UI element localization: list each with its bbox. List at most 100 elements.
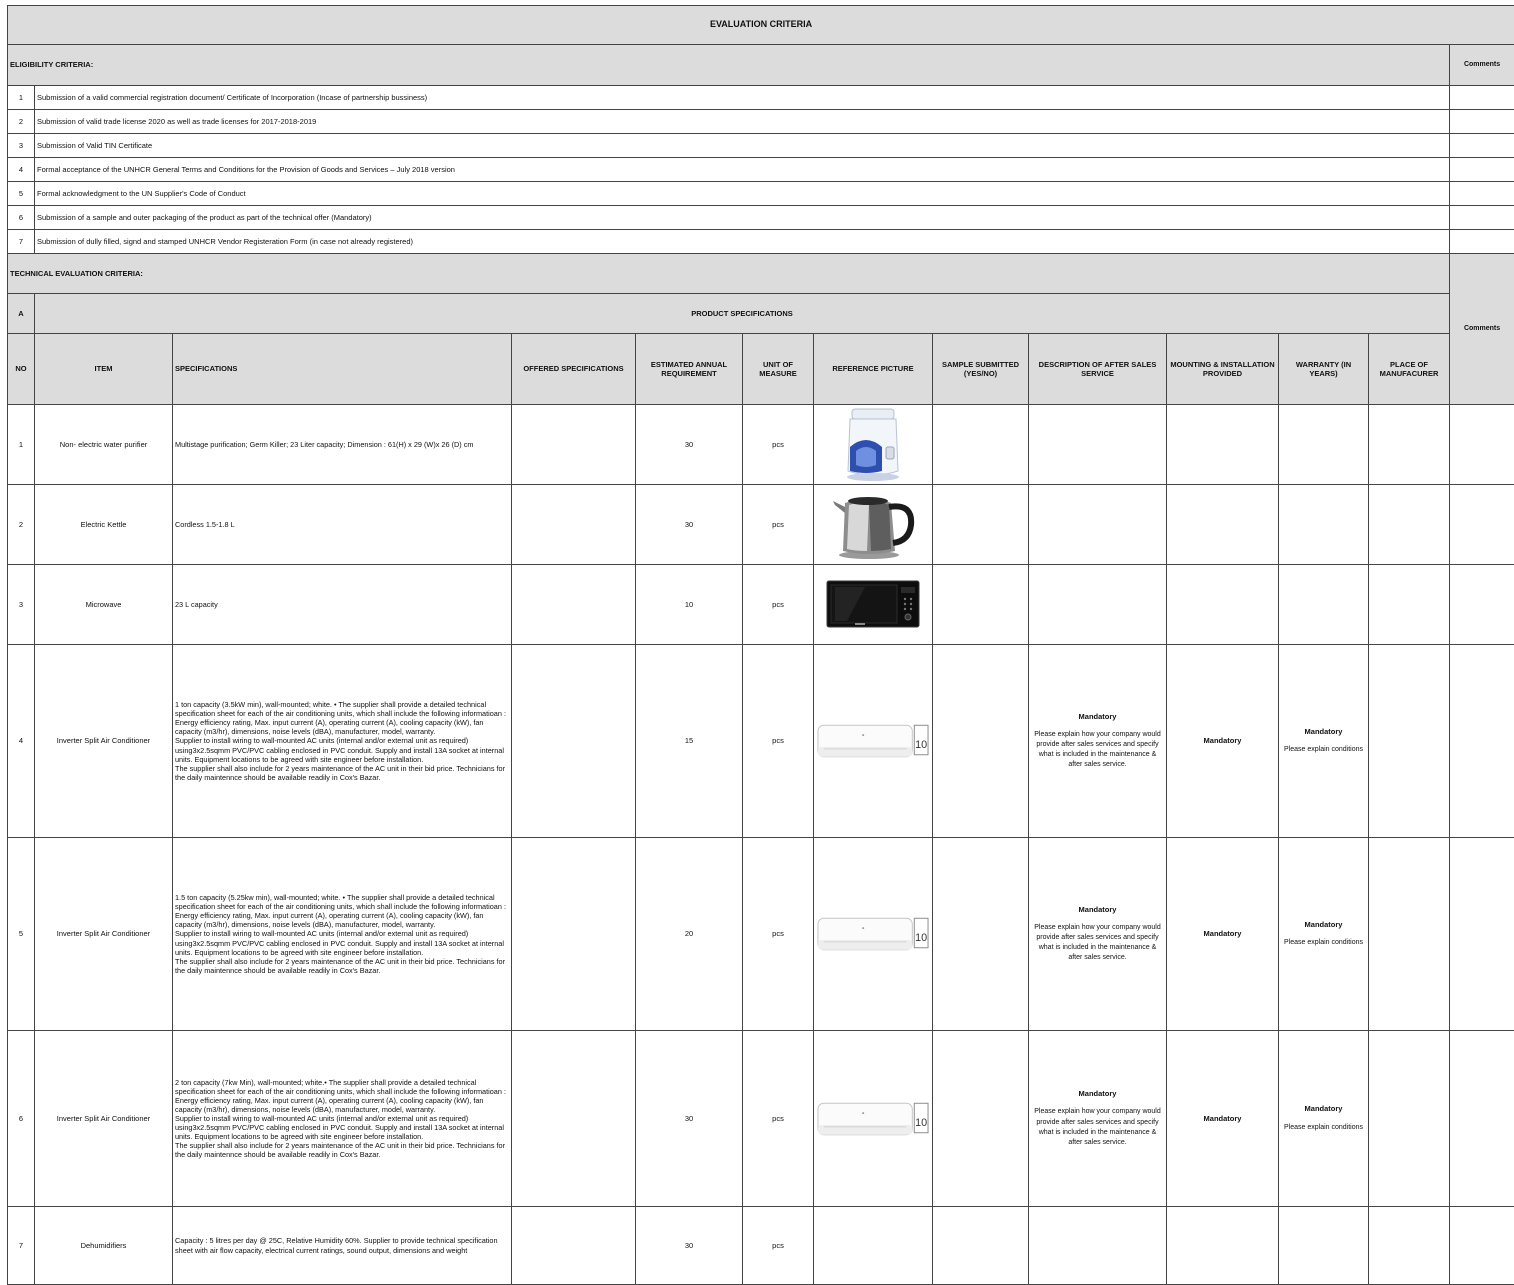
- water-purifier-image: [842, 407, 904, 483]
- row-comment-cell[interactable]: [1450, 485, 1514, 565]
- row-spec: Multistage purification; Germ Killer; 23…: [173, 405, 512, 485]
- row-sample-cell[interactable]: [933, 838, 1029, 1031]
- row-place-cell[interactable]: [1369, 485, 1450, 565]
- after-sales-note: Please explain how your company would pr…: [1031, 923, 1164, 964]
- row-comment-cell[interactable]: [1450, 1207, 1514, 1285]
- row-offered-cell[interactable]: [512, 1207, 636, 1285]
- row-sample-cell[interactable]: [933, 485, 1029, 565]
- row-mounting-cell[interactable]: [1167, 1207, 1279, 1285]
- row-comment-cell[interactable]: [1450, 405, 1514, 485]
- eligibility-comment-cell[interactable]: [1450, 134, 1514, 158]
- row-spec: Capacity : 5 litres per day @ 25C, Relat…: [173, 1207, 512, 1285]
- column-header-unit: UNIT OF MEASURE: [743, 334, 814, 405]
- row-spec: Cordless 1.5-1.8 L: [173, 485, 512, 565]
- eligibility-text: Submission of a sample and outer packagi…: [35, 206, 1450, 230]
- eligibility-no: 6: [8, 206, 35, 230]
- row-offered-cell[interactable]: [512, 485, 636, 565]
- row-mounting-cell[interactable]: [1167, 485, 1279, 565]
- row-warranty-cell[interactable]: [1279, 565, 1369, 645]
- row-mounting: Mandatory: [1167, 645, 1279, 838]
- warranty-note: Please explain conditions: [1281, 938, 1366, 948]
- warranty-mandatory: Mandatory: [1281, 727, 1366, 736]
- after-sales-mandatory: Mandatory: [1031, 905, 1164, 914]
- column-header-sample: SAMPLE SUBMITTED (YES/NO): [933, 334, 1029, 405]
- row-comment-cell[interactable]: [1450, 1031, 1514, 1207]
- row-offered-cell[interactable]: [512, 838, 636, 1031]
- row-after-sales-cell[interactable]: [1029, 405, 1167, 485]
- svg-text:10: 10: [915, 739, 927, 751]
- row-comment-cell[interactable]: [1450, 645, 1514, 838]
- row-warranty-cell[interactable]: [1279, 405, 1369, 485]
- row-place-cell[interactable]: [1369, 405, 1450, 485]
- row-offered-cell[interactable]: [512, 645, 636, 838]
- row-warranty: Mandatory Please explain conditions: [1279, 1031, 1369, 1207]
- row-comment-cell[interactable]: [1450, 838, 1514, 1031]
- air-conditioner-image: 10: [816, 912, 930, 956]
- row-sample-cell[interactable]: [933, 405, 1029, 485]
- column-header-item: ITEM: [35, 334, 173, 405]
- eligibility-comment-cell[interactable]: [1450, 86, 1514, 110]
- column-header-warranty: WARRANTY (IN YEARS): [1279, 334, 1369, 405]
- row-after-sales: Mandatory Please explain how your compan…: [1029, 645, 1167, 838]
- row-place-cell[interactable]: [1369, 1207, 1450, 1285]
- row-picture: 10: [814, 645, 933, 838]
- evaluation-criteria-sheet: EVALUATION CRITERIA ELIGIBILITY CRITERIA…: [7, 5, 1514, 1285]
- row-qty: 30: [636, 485, 743, 565]
- row-warranty-cell[interactable]: [1279, 485, 1369, 565]
- svg-text:10: 10: [915, 1116, 927, 1128]
- row-offered-cell[interactable]: [512, 1031, 636, 1207]
- row-place-cell[interactable]: [1369, 838, 1450, 1031]
- row-sample-cell[interactable]: [933, 1031, 1029, 1207]
- svg-text:10: 10: [915, 932, 927, 944]
- row-warranty-cell[interactable]: [1279, 1207, 1369, 1285]
- row-item: Microwave: [35, 565, 173, 645]
- after-sales-note: Please explain how your company would pr…: [1031, 730, 1164, 771]
- row-picture: 10: [814, 838, 933, 1031]
- row-no: 3: [8, 565, 35, 645]
- row-mounting-cell[interactable]: [1167, 565, 1279, 645]
- eligibility-comment-cell[interactable]: [1450, 206, 1514, 230]
- row-picture: [814, 405, 933, 485]
- row-spec: 23 L capacity: [173, 565, 512, 645]
- column-header-picture: REFERENCE PICTURE: [814, 334, 933, 405]
- row-after-sales-cell[interactable]: [1029, 1207, 1167, 1285]
- row-place-cell[interactable]: [1369, 645, 1450, 838]
- column-header-after-sales: DESCRIPTION OF AFTER SALES SERVICE: [1029, 334, 1167, 405]
- row-spec: 1 ton capacity (3.5kW min), wall-mounted…: [173, 645, 512, 838]
- row-unit: pcs: [743, 1207, 814, 1285]
- row-place-cell[interactable]: [1369, 565, 1450, 645]
- row-sample-cell[interactable]: [933, 565, 1029, 645]
- row-place-cell[interactable]: [1369, 1031, 1450, 1207]
- eligibility-comments-header: Comments: [1450, 45, 1514, 86]
- warranty-note: Please explain conditions: [1281, 745, 1366, 755]
- row-no: 1: [8, 405, 35, 485]
- row-item: Inverter Split Air Conditioner: [35, 645, 173, 838]
- row-after-sales-cell[interactable]: [1029, 485, 1167, 565]
- row-after-sales: Mandatory Please explain how your compan…: [1029, 1031, 1167, 1207]
- row-sample-cell[interactable]: [933, 645, 1029, 838]
- row-sample-cell[interactable]: [933, 1207, 1029, 1285]
- row-unit: pcs: [743, 565, 814, 645]
- row-item: Inverter Split Air Conditioner: [35, 1031, 173, 1207]
- row-unit: pcs: [743, 645, 814, 838]
- row-after-sales-cell[interactable]: [1029, 565, 1167, 645]
- eligibility-text: Submission of valid trade license 2020 a…: [35, 110, 1450, 134]
- row-unit: pcs: [743, 1031, 814, 1207]
- microwave-image: [825, 579, 921, 631]
- eligibility-comment-cell[interactable]: [1450, 182, 1514, 206]
- row-warranty: Mandatory Please explain conditions: [1279, 645, 1369, 838]
- eligibility-no: 3: [8, 134, 35, 158]
- row-offered-cell[interactable]: [512, 565, 636, 645]
- row-offered-cell[interactable]: [512, 405, 636, 485]
- row-mounting-cell[interactable]: [1167, 405, 1279, 485]
- row-picture: [814, 485, 933, 565]
- row-qty: 30: [636, 405, 743, 485]
- sheet-title: EVALUATION CRITERIA: [8, 6, 1514, 45]
- eligibility-text: Submission of dully filled, signd and st…: [35, 230, 1450, 254]
- row-comment-cell[interactable]: [1450, 565, 1514, 645]
- eligibility-no: 1: [8, 86, 35, 110]
- eligibility-comment-cell[interactable]: [1450, 158, 1514, 182]
- eligibility-no: 4: [8, 158, 35, 182]
- eligibility-comment-cell[interactable]: [1450, 230, 1514, 254]
- eligibility-comment-cell[interactable]: [1450, 110, 1514, 134]
